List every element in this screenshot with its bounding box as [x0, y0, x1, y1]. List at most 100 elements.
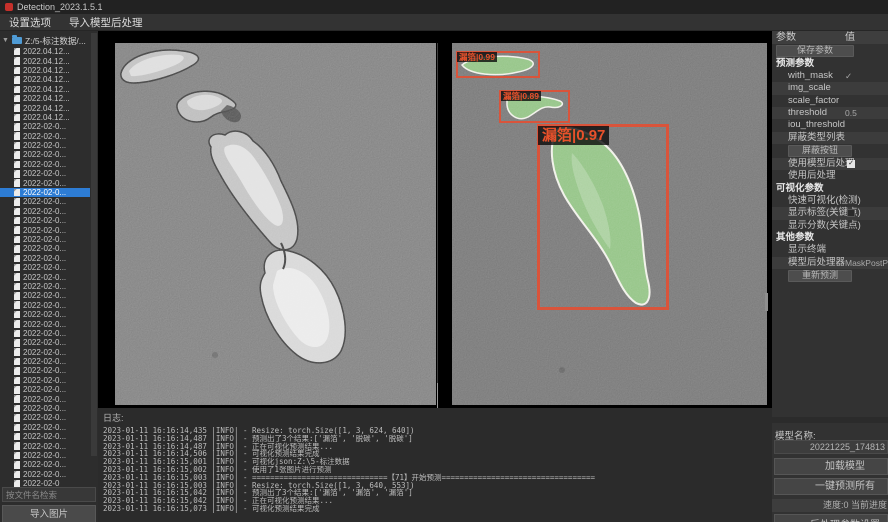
- tree-item[interactable]: 2022-02-0...: [0, 178, 90, 187]
- param-row[interactable]: with_mask✓: [772, 70, 888, 82]
- file-icon: [14, 245, 20, 253]
- tree-item[interactable]: 2022.04.12...: [0, 75, 90, 84]
- tree-item[interactable]: 2022-02-0...: [0, 366, 90, 375]
- param-row[interactable]: iou_threshold: [772, 119, 888, 131]
- param-button[interactable]: 保存参数: [776, 45, 854, 57]
- tree-item[interactable]: 2022-02-0...: [0, 338, 90, 347]
- param-row[interactable]: 屏蔽类型列表: [772, 132, 888, 144]
- param-row[interactable]: 使用后处理: [772, 170, 888, 182]
- tree-item[interactable]: 2022-02-0...: [0, 188, 90, 197]
- tree-item[interactable]: 2022-02-0...: [0, 329, 90, 338]
- tree-item[interactable]: 2022-02-0...: [0, 291, 90, 300]
- tree-item-label: 2022.04.12...: [23, 66, 70, 75]
- checkbox[interactable]: [847, 209, 855, 217]
- tree-item[interactable]: 2022.04.12...: [0, 113, 90, 122]
- menu-item-settings[interactable]: 设置选项: [9, 15, 51, 30]
- param-section: 可视化参数: [772, 183, 888, 195]
- tree-item[interactable]: 2022-02-0...: [0, 132, 90, 141]
- file-icon: [14, 395, 20, 403]
- tree-item[interactable]: 2022.04.12...: [0, 103, 90, 112]
- viewer-scrollbar-handle[interactable]: [765, 293, 768, 311]
- log-title: 日志:: [103, 411, 772, 424]
- param-button-row: 保存参数: [772, 44, 888, 58]
- tree-item[interactable]: 2022-02-0...: [0, 254, 90, 263]
- tree-item[interactable]: 2022-02-0...: [0, 235, 90, 244]
- param-row[interactable]: 使用模型后处理✓: [772, 158, 888, 170]
- tree-item[interactable]: 2022-02-0...: [0, 150, 90, 159]
- tree-item-label: 2022-02-0...: [23, 132, 66, 141]
- sidebar-scrollbar[interactable]: [91, 33, 97, 456]
- tree-item-label: 2022-02-0...: [23, 235, 66, 244]
- tree-item[interactable]: 2022-02-0...: [0, 310, 90, 319]
- predict-all-button[interactable]: 一键预测所有: [774, 478, 888, 495]
- tree-item[interactable]: 2022-02-0...: [0, 376, 90, 385]
- tree-item[interactable]: 2022.04.12...: [0, 56, 90, 65]
- params-header: 参数 值: [772, 31, 888, 44]
- tree-item[interactable]: 2022-02-0...: [0, 197, 90, 206]
- postprocess-settings-button[interactable]: 后处理参数设置: [774, 514, 888, 522]
- search-input[interactable]: [2, 487, 96, 502]
- tree-item[interactable]: 2022-02-0...: [0, 244, 90, 253]
- tree-item[interactable]: 2022-02-0...: [0, 460, 90, 469]
- tree-item[interactable]: 2022-02-0...: [0, 141, 90, 150]
- tree-item[interactable]: 2022-02-0...: [0, 451, 90, 460]
- tree-item[interactable]: 2022-02-0...: [0, 122, 90, 131]
- panel-splitter[interactable]: [437, 43, 438, 383]
- tree-item[interactable]: 2022-02-0...: [0, 319, 90, 328]
- checkbox[interactable]: ✓: [847, 160, 855, 168]
- tree-item[interactable]: 2022-02-0...: [0, 282, 90, 291]
- tree-item[interactable]: 2022-02-0...: [0, 225, 90, 234]
- param-row[interactable]: 显示终端: [772, 244, 888, 256]
- tree-root-folder[interactable]: ▼ Z:/5-标注数据/...: [0, 34, 90, 47]
- tree-item[interactable]: 2022-02-0: [0, 479, 90, 487]
- tree-item[interactable]: 2022-02-0...: [0, 470, 90, 479]
- tree-item[interactable]: 2022.04.12...: [0, 47, 90, 56]
- file-icon: [14, 179, 20, 187]
- menu-item-import-model-postprocess[interactable]: 导入模型后处理: [69, 15, 143, 30]
- file-icon: [14, 67, 20, 75]
- tree-item[interactable]: 2022-02-0...: [0, 441, 90, 450]
- image-panel-original: [115, 43, 436, 405]
- tree-item[interactable]: 2022-02-0...: [0, 263, 90, 272]
- param-row[interactable]: 快速可视化(检测): [772, 195, 888, 207]
- tree-item[interactable]: 2022-02-0...: [0, 394, 90, 403]
- param-row[interactable]: img_scale: [772, 82, 888, 94]
- param-row[interactable]: 显示标签(关键点): [772, 207, 888, 219]
- param-button-row: 重新预测: [772, 269, 888, 283]
- param-row[interactable]: threshold0.5: [772, 107, 888, 119]
- tree-item[interactable]: 2022-02-0...: [0, 413, 90, 422]
- tree-item[interactable]: 2022-02-0...: [0, 160, 90, 169]
- tree-item[interactable]: 2022-02-0...: [0, 385, 90, 394]
- file-icon: [14, 311, 20, 319]
- panel-splitter-handle[interactable]: [437, 383, 438, 411]
- file-icon: [14, 264, 20, 272]
- file-icon: [14, 414, 20, 422]
- param-row[interactable]: 显示分数(关键点): [772, 220, 888, 232]
- tree-item[interactable]: 2022-02-0...: [0, 357, 90, 366]
- load-model-button[interactable]: 加载模型: [774, 458, 888, 475]
- tree-item-label: 2022-02-0: [23, 479, 59, 487]
- tree-item[interactable]: 2022-02-0...: [0, 216, 90, 225]
- tree-item[interactable]: 2022-02-0...: [0, 272, 90, 281]
- file-icon: [14, 442, 20, 450]
- tree-item[interactable]: 2022.04.12...: [0, 66, 90, 75]
- param-row[interactable]: scale_factor: [772, 95, 888, 107]
- tree-item[interactable]: 2022-02-0...: [0, 404, 90, 413]
- tree-item[interactable]: 2022-02-0...: [0, 207, 90, 216]
- tree-item[interactable]: 2022.04.12...: [0, 85, 90, 94]
- import-image-button[interactable]: 导入图片: [2, 505, 96, 522]
- tree-item[interactable]: 2022-02-0...: [0, 432, 90, 441]
- model-name-field[interactable]: 20221225_174813: [774, 440, 888, 454]
- tree-item[interactable]: 2022-02-0...: [0, 169, 90, 178]
- tree-item[interactable]: 2022-02-0...: [0, 348, 90, 357]
- tree-item-label: 2022-02-0...: [23, 413, 66, 422]
- tree-item[interactable]: 2022-02-0...: [0, 423, 90, 432]
- tree-item[interactable]: 2022.04.12...: [0, 94, 90, 103]
- param-button[interactable]: 屏蔽按钮: [788, 145, 852, 157]
- tree-item[interactable]: 2022-02-0...: [0, 301, 90, 310]
- param-button[interactable]: 重新预测: [788, 270, 852, 282]
- file-icon: [14, 48, 20, 56]
- param-row[interactable]: 模型后处理器MaskPostPro: [772, 257, 888, 269]
- file-icon: [14, 273, 20, 281]
- file-tree: ▼ Z:/5-标注数据/... 2022.04.12...2022.04.12.…: [0, 34, 90, 487]
